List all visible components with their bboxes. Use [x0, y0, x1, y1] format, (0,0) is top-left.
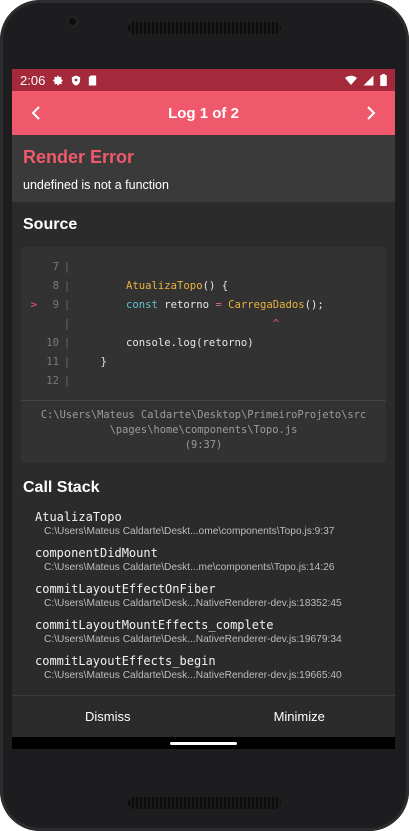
status-time: 2:06	[20, 72, 46, 88]
call-stack-list: AtualizaTopo C:\Users\Mateus Caldarte\Des…	[12, 510, 395, 682]
stack-frame[interactable]: commitLayoutEffects_begin C:\Users\Mateus…	[35, 654, 395, 682]
sd-card-icon	[89, 74, 97, 86]
next-log-button[interactable]	[359, 101, 383, 125]
source-file-path: C:\Users\Mateus Caldarte\Desktop\Primeir…	[21, 400, 386, 463]
stack-frame-name: commitLayoutEffects_begin	[35, 654, 216, 668]
stack-frame-file: C:\Users\Mateus Caldarte\Deskt...ome\com…	[44, 526, 335, 537]
line-number: 11	[46, 355, 59, 368]
gutter-pipe: |	[63, 374, 71, 387]
error-message: undefined is not a function	[23, 178, 169, 192]
wifi-icon	[345, 75, 357, 85]
gutter-pipe: |	[63, 298, 71, 311]
chevron-left-icon	[31, 106, 40, 120]
earpiece-speaker	[128, 22, 281, 34]
error-line-marker: >	[30, 298, 37, 311]
log-counter: Log 1 of 2	[168, 104, 239, 122]
gutter-pipe: |	[63, 279, 71, 292]
screen: 2:06 Log 1 of 2 Render Error undefined i…	[12, 69, 395, 749]
battery-icon	[380, 74, 387, 86]
line-number: 10	[46, 336, 59, 349]
system-nav-bar	[12, 737, 395, 749]
signal-icon	[363, 75, 374, 85]
minimize-button[interactable]: Minimize	[204, 696, 396, 737]
redbox-footer: Dismiss Minimize	[12, 695, 395, 737]
error-summary: Render Error undefined is not a function	[12, 135, 395, 202]
stack-frame[interactable]: commitLayoutEffectOnFiber C:\Users\Mateus…	[35, 582, 395, 610]
code-line: 8 | AtualizaTopo() {	[21, 276, 386, 295]
source-code-frame[interactable]: 7 | 8 | AtualizaTopo() {>9 | const retorno =…	[21, 247, 386, 463]
stack-frame-file: C:\Users\Mateus Caldarte\Desk...NativeRe…	[44, 670, 342, 681]
line-code: ^	[272, 317, 280, 330]
dismiss-button[interactable]: Dismiss	[12, 696, 204, 737]
log-content[interactable]: Render Error undefined is not a function…	[12, 135, 395, 695]
line-code: console.log(retorno)	[75, 336, 254, 349]
source-file-name: C:\Users\Mateus Caldarte\Desktop\Primeir…	[40, 409, 367, 436]
gutter-pipe: |	[63, 336, 71, 349]
line-number: 7	[52, 260, 59, 273]
phone-frame: 2:06 Log 1 of 2 Render Error undefined i…	[0, 0, 409, 831]
stack-frame-name: componentDidMount	[35, 546, 158, 560]
gutter-pipe: |	[63, 355, 71, 368]
shield-icon	[72, 74, 81, 86]
call-stack-heading: Call Stack	[23, 479, 100, 496]
gutter-pipe: |	[63, 260, 71, 273]
chevron-right-icon	[367, 106, 376, 120]
gutter-pipe: |	[63, 317, 71, 330]
code-line: 10 | console.log(retorno)	[21, 333, 386, 352]
status-icons-left	[53, 74, 97, 86]
stack-frame-name: commitLayoutMountEffects_complete	[35, 618, 274, 632]
code-line: >9 | const retorno = CarregaDados();	[21, 295, 386, 314]
stack-frame-file: C:\Users\Mateus Caldarte\Deskt...me\comp…	[44, 562, 335, 573]
source-file-position: (9:37)	[184, 439, 223, 451]
code-line: 12 |	[21, 371, 386, 390]
stack-frame-file: C:\Users\Mateus Caldarte\Desk...NativeRe…	[44, 598, 342, 609]
error-title: Render Error	[23, 147, 135, 167]
line-number: 9	[52, 298, 59, 311]
line-code: }	[75, 355, 107, 368]
prev-log-button[interactable]	[24, 101, 48, 125]
code-lines: 7 | 8 | AtualizaTopo() {>9 | const retorno =…	[21, 247, 386, 400]
source-heading: Source	[23, 216, 78, 233]
stack-frame-file: C:\Users\Mateus Caldarte\Desk...NativeRe…	[44, 634, 342, 645]
bottom-speaker	[128, 797, 281, 809]
line-code: AtualizaTopo() {	[126, 279, 229, 292]
stack-frame-name: AtualizaTopo	[35, 510, 122, 524]
log-header: Log 1 of 2	[12, 91, 395, 135]
code-line: | ^	[21, 314, 386, 333]
front-camera	[66, 15, 79, 28]
home-indicator[interactable]	[170, 742, 237, 745]
stack-frame[interactable]: commitLayoutMountEffects_complete C:\User…	[35, 618, 395, 646]
line-number: 8	[52, 279, 59, 292]
stack-frame[interactable]: AtualizaTopo C:\Users\Mateus Caldarte\Des…	[35, 510, 395, 538]
code-line: 11 | }	[21, 352, 386, 371]
stack-frame-name: commitLayoutEffectOnFiber	[35, 582, 216, 596]
status-icons-right	[345, 74, 387, 86]
stack-frame[interactable]: componentDidMount C:\Users\Mateus Caldart…	[35, 546, 395, 574]
status-bar: 2:06	[12, 69, 395, 91]
code-line: 7 |	[21, 257, 386, 276]
line-number: 12	[46, 374, 59, 387]
gear-icon	[53, 75, 63, 85]
line-code: const retorno = CarregaDados();	[126, 298, 324, 311]
